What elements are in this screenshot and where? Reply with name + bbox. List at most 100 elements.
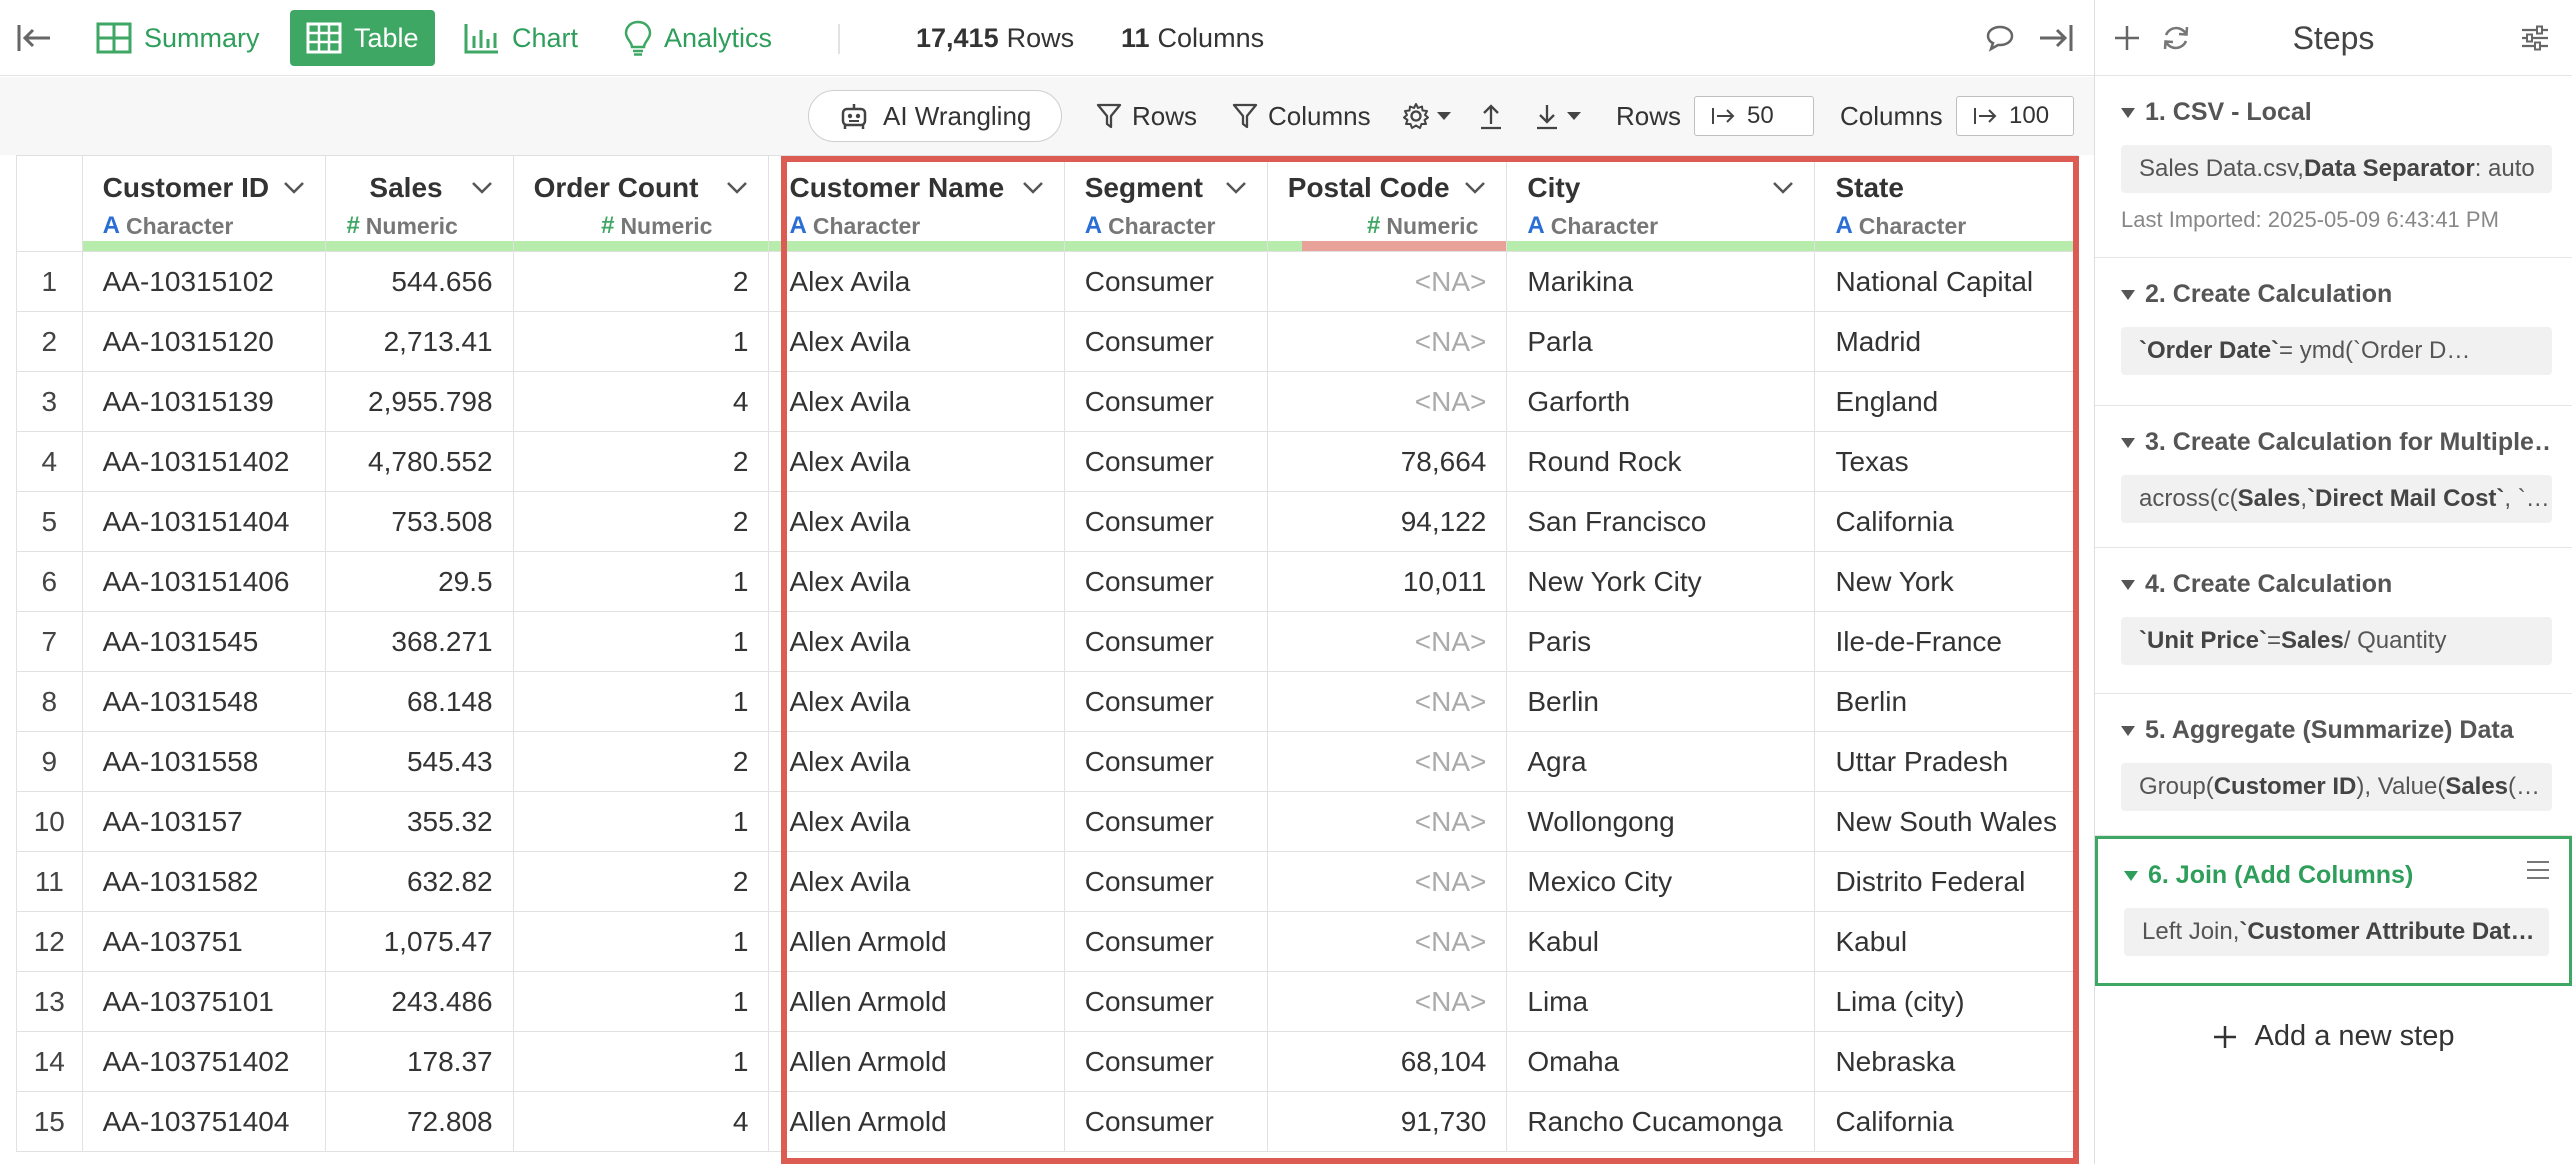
table-row[interactable]: 7 AA-1031545 368.271 1 Alex Avila Consumer <NA… — [16, 611, 2078, 672]
step-summary[interactable]: Sales Data.csv, Data Separator: auto — [2121, 145, 2552, 193]
table-cell[interactable]: AA-10315102 — [82, 251, 327, 312]
table-cell[interactable]: Alex Avila — [768, 611, 1065, 672]
table-cell-na[interactable]: <NA> — [1267, 611, 1508, 672]
chevron-down-icon[interactable] — [1772, 181, 1794, 195]
step-card[interactable]: 4. Create Calculation `Unit Price` = Sale… — [2095, 548, 2572, 694]
table-cell[interactable]: 4,780.552 — [325, 431, 514, 492]
table-cell[interactable]: Uttar Pradesh — [1814, 731, 2078, 792]
table-row[interactable]: 10 AA-103157 355.32 1 Alex Avila Consumer <NA>… — [16, 791, 2078, 852]
steps-settings-button[interactable] — [2520, 0, 2550, 76]
upload-button[interactable] — [1478, 77, 1504, 155]
table-cell[interactable]: Allen Armold — [768, 911, 1065, 972]
table-cell[interactable]: Omaha — [1506, 1031, 1816, 1092]
tab-analytics[interactable]: Analytics — [624, 0, 772, 76]
table-cell[interactable]: AA-10375101 — [82, 971, 327, 1032]
table-cell[interactable]: AA-103751 — [82, 911, 327, 972]
step-title[interactable]: 3. Create Calculation for Multiple… — [2121, 428, 2552, 457]
table-row[interactable]: 1 AA-10315102 544.656 2 Alex Avila Consumer <N… — [16, 251, 2078, 312]
table-row[interactable]: 5 AA-103151404 753.508 2 Alex Avila Consumer 9… — [16, 491, 2078, 552]
step-card[interactable]: 5. Aggregate (Summarize) Data Group(Custo… — [2095, 694, 2572, 836]
table-cell[interactable]: 1 — [513, 911, 770, 972]
table-cell[interactable]: 1 — [513, 551, 770, 612]
columns-filter-button[interactable]: Columns — [1232, 77, 1371, 155]
table-cell[interactable]: Consumer — [1064, 491, 1268, 552]
table-cell[interactable]: AA-103151402 — [82, 431, 327, 492]
table-cell[interactable]: Kabul — [1506, 911, 1816, 972]
table-cell[interactable]: Nebraska — [1814, 1031, 2078, 1092]
chevron-down-icon[interactable] — [1225, 181, 1247, 195]
table-cell-na[interactable]: <NA> — [1267, 671, 1508, 732]
table-cell[interactable]: Consumer — [1064, 311, 1268, 372]
table-cell-na[interactable]: <NA> — [1267, 311, 1508, 372]
table-cell[interactable]: Lima (city) — [1814, 971, 2078, 1032]
download-menu-button[interactable] — [1534, 77, 1582, 155]
table-cell[interactable]: Kabul — [1814, 911, 2078, 972]
ai-wrangling-button[interactable]: AI Wrangling — [808, 90, 1063, 142]
tab-summary[interactable]: Summary — [96, 0, 260, 76]
step-summary[interactable]: `Order Date` = ymd(`Order D… — [2121, 327, 2552, 375]
column-header-state[interactable]: State A Character — [1814, 155, 2078, 252]
chevron-down-icon[interactable] — [726, 181, 748, 195]
collapse-right-button[interactable] — [2036, 0, 2076, 76]
table-cell[interactable]: AA-103151406 — [82, 551, 327, 612]
step-summary[interactable]: Group(Customer ID), Value(Sales (… — [2121, 763, 2552, 811]
table-cell[interactable]: California — [1814, 1091, 2078, 1152]
step-card[interactable]: 1. CSV - Local Sales Data.csv, Data Separ… — [2095, 76, 2572, 258]
table-cell[interactable]: Rancho Cucamonga — [1506, 1091, 1816, 1152]
table-cell[interactable]: 2,713.41 — [325, 311, 514, 372]
step-summary[interactable]: `Unit Price` = Sales / Quantity — [2121, 617, 2552, 665]
chevron-down-icon[interactable] — [1022, 181, 1044, 195]
chevron-down-icon[interactable] — [471, 181, 493, 195]
table-cell[interactable]: Alex Avila — [768, 371, 1065, 432]
rows-filter-button[interactable]: Rows — [1096, 77, 1197, 155]
collapse-triangle-icon[interactable] — [2121, 579, 2135, 590]
table-cell[interactable]: Alex Avila — [768, 491, 1065, 552]
table-row[interactable]: 14 AA-103751402 178.37 1 Allen Armold Consume… — [16, 1031, 2078, 1092]
table-cell[interactable]: Mexico City — [1506, 851, 1816, 912]
table-cell[interactable]: 72.808 — [325, 1091, 514, 1152]
step-card[interactable]: 3. Create Calculation for Multiple… acros… — [2095, 406, 2572, 548]
table-cell[interactable]: Marikina — [1506, 251, 1816, 312]
table-cell[interactable]: Round Rock — [1506, 431, 1816, 492]
step-title[interactable]: 2. Create Calculation — [2121, 280, 2552, 309]
table-cell[interactable]: National Capital — [1814, 251, 2078, 312]
table-cell[interactable]: 78,664 — [1267, 431, 1508, 492]
table-cell[interactable]: 1,075.47 — [325, 911, 514, 972]
table-cell[interactable]: Consumer — [1064, 551, 1268, 612]
table-cell[interactable]: Agra — [1506, 731, 1816, 792]
collapse-triangle-icon[interactable] — [2121, 107, 2135, 118]
table-cell[interactable]: New York — [1814, 551, 2078, 612]
table-cell[interactable]: 2 — [513, 431, 770, 492]
table-cell[interactable]: AA-1031548 — [82, 671, 327, 732]
table-cell[interactable]: Allen Armold — [768, 1091, 1065, 1152]
column-header-order-count[interactable]: Order Count # Numeric — [513, 155, 770, 252]
table-cell[interactable]: 1 — [513, 311, 770, 372]
table-cell[interactable]: Consumer — [1064, 671, 1268, 732]
table-row[interactable]: 4 AA-103151402 4,780.552 2 Alex Avila Consume… — [16, 431, 2078, 492]
collapse-triangle-icon[interactable] — [2121, 289, 2135, 300]
table-cell[interactable]: Berlin — [1814, 671, 2078, 732]
table-row[interactable]: 15 AA-103751404 72.808 4 Allen Armold Consume… — [16, 1091, 2078, 1152]
table-cell[interactable]: Lima — [1506, 971, 1816, 1032]
rows-step-input[interactable]: 50 — [1694, 96, 1814, 136]
add-step-button[interactable] — [2113, 0, 2141, 76]
table-cell[interactable]: Consumer — [1064, 731, 1268, 792]
step-card[interactable]: 2. Create Calculation `Order Date` = ymd(… — [2095, 258, 2572, 406]
table-cell[interactable]: Alex Avila — [768, 791, 1065, 852]
refresh-button[interactable] — [2161, 0, 2191, 76]
table-cell[interactable]: Consumer — [1064, 1031, 1268, 1092]
tab-table[interactable]: Table — [290, 10, 435, 66]
table-row[interactable]: 11 AA-1031582 632.82 2 Alex Avila Consumer <NA… — [16, 851, 2078, 912]
collapse-left-button[interactable] — [14, 0, 54, 76]
table-cell[interactable]: Wollongong — [1506, 791, 1816, 852]
table-cell-na[interactable]: <NA> — [1267, 791, 1508, 852]
column-header-segment[interactable]: Segment A Character — [1064, 155, 1268, 252]
table-cell[interactable]: Paris — [1506, 611, 1816, 672]
table-cell[interactable]: 68.148 — [325, 671, 514, 732]
table-cell[interactable]: AA-103751404 — [82, 1091, 327, 1152]
table-cell[interactable]: New South Wales — [1814, 791, 2078, 852]
column-header-sales[interactable]: Sales # Numeric — [325, 155, 514, 252]
table-cell[interactable]: AA-10315120 — [82, 311, 327, 372]
comment-button[interactable] — [1980, 0, 2020, 76]
table-cell[interactable]: AA-1031545 — [82, 611, 327, 672]
